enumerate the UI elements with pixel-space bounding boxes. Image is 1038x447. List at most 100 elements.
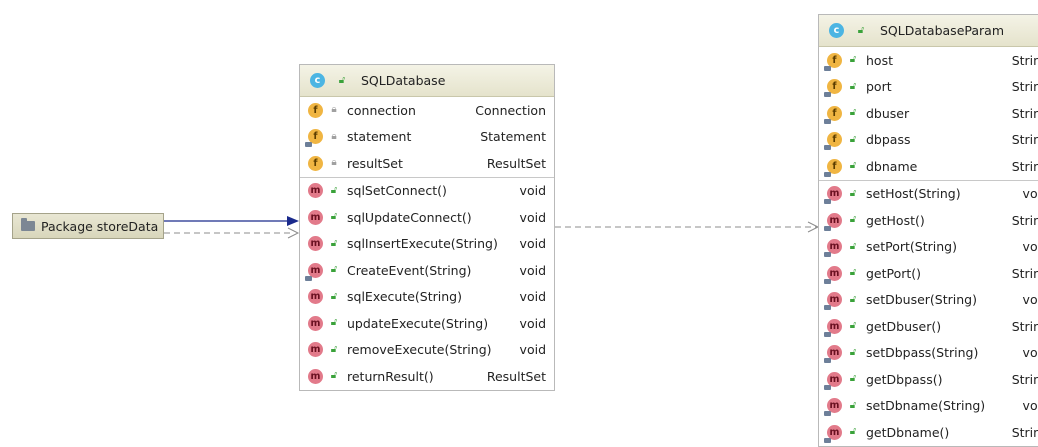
modifier-icon — [824, 92, 831, 98]
field-row[interactable]: f 🔒︎ connection Connection — [300, 97, 554, 124]
member-name: returnResult() — [347, 368, 434, 384]
method-icon: m — [824, 318, 842, 337]
modifier-icon — [305, 275, 312, 281]
methods-section: m 🔓︎ sqlSetConnect() void m 🔓︎ sqlUpdateConnec… — [300, 176, 554, 390]
member-name: CreateEvent(String) — [347, 262, 472, 278]
class-icon: c — [310, 73, 325, 88]
member-name: updateExecute(String) — [347, 315, 489, 331]
field-row[interactable]: f 🔓︎ dbpass String — [819, 127, 1038, 154]
member-name: getDbname() — [866, 424, 950, 440]
method-row[interactable]: m 🔓︎ getDbuser() String — [819, 313, 1038, 340]
method-icon: m — [824, 398, 842, 417]
member-name: setDbname(String) — [866, 398, 986, 414]
member-name: setDbpass(String) — [866, 345, 979, 361]
method-icon: m — [305, 262, 323, 281]
class-name: SQLDatabaseParam — [880, 23, 1004, 38]
member-name: sqlInsertExecute(String) — [347, 236, 498, 252]
field-icon: f — [824, 105, 842, 124]
method-icon: m — [308, 315, 323, 331]
method-row[interactable]: m 🔓︎ getPort() String — [819, 260, 1038, 287]
method-row[interactable]: m 🔓︎ getDbpass() String — [819, 366, 1038, 393]
public-visibility-icon: 🔓︎ — [849, 373, 857, 385]
package-node[interactable]: Package storeData — [12, 213, 164, 239]
modifier-icon — [824, 225, 831, 231]
member-name: dbpass — [866, 132, 911, 148]
field-row[interactable]: f 🔓︎ host String — [819, 47, 1038, 74]
field-row[interactable]: f 🔓︎ dbuser String — [819, 100, 1038, 127]
modifier-icon — [824, 145, 831, 151]
member-type: Statement — [480, 129, 546, 145]
member-type: void — [519, 289, 546, 305]
field-row[interactable]: f 🔒︎ resultSet ResultSet — [300, 150, 554, 177]
method-row[interactable]: m 🔓︎ sqlInsertExecute(String) void — [300, 231, 554, 258]
method-row[interactable]: m 🔓︎ sqlExecute(String) void — [300, 284, 554, 311]
method-row[interactable]: m 🔓︎ removeExecute(String) void — [300, 337, 554, 364]
modifier-icon — [824, 252, 831, 258]
member-type: String — [1011, 318, 1038, 334]
member-name: setDbuser(String) — [866, 292, 977, 308]
member-type: String — [1011, 265, 1038, 281]
method-row[interactable]: m 🔓︎ CreateEvent(String) void — [300, 257, 554, 284]
method-row[interactable]: m 🔓︎ setHost(String) void — [819, 181, 1038, 208]
method-row[interactable]: m 🔓︎ setPort(String) void — [819, 234, 1038, 261]
method-icon: m — [308, 183, 323, 199]
member-name: getPort() — [866, 265, 922, 281]
class-node-sqldatabase[interactable]: c 🔓︎ SQLDatabase f 🔒︎ connection Connection… — [299, 64, 555, 391]
member-name: getDbpass() — [866, 371, 943, 387]
method-icon: m — [824, 345, 842, 364]
member-type: void — [1022, 292, 1038, 308]
private-visibility-icon: 🔒︎ — [331, 104, 337, 116]
public-visibility-icon: 🔓︎ — [849, 346, 857, 358]
method-row[interactable]: m 🔓︎ sqlUpdateConnect() void — [300, 204, 554, 231]
class-name: SQLDatabase — [361, 73, 446, 88]
modifier-icon — [824, 411, 831, 417]
public-visibility-icon: 🔓︎ — [849, 240, 857, 252]
member-type: Connection — [475, 102, 546, 118]
fields-section: f 🔓︎ host String f 🔓︎ port String f 🔓︎ dbuser Strin… — [819, 47, 1038, 180]
public-visibility-icon: 🔓︎ — [330, 290, 338, 302]
public-visibility-icon: 🔓︎ — [849, 80, 857, 92]
method-row[interactable]: m 🔓︎ setDbuser(String) void — [819, 287, 1038, 314]
public-visibility-icon: 🔓︎ — [849, 187, 857, 199]
member-name: sqlUpdateConnect() — [347, 209, 472, 225]
method-row[interactable]: m 🔓︎ getDbname() String — [819, 419, 1038, 446]
field-icon: f — [308, 102, 323, 118]
field-icon: f — [305, 129, 323, 148]
member-name: host — [866, 52, 893, 68]
method-icon: m — [308, 342, 323, 358]
modifier-icon — [824, 358, 831, 364]
class-node-sqldatabaseparam[interactable]: c 🔓︎ SQLDatabaseParam f 🔓︎ host String f 🔓︎ po… — [818, 14, 1038, 447]
member-type: void — [1022, 239, 1038, 255]
method-row[interactable]: m 🔓︎ setDbname(String) void — [819, 393, 1038, 420]
private-visibility-icon: 🔒︎ — [331, 130, 337, 142]
field-row[interactable]: f 🔒︎ statement Statement — [300, 124, 554, 151]
method-row[interactable]: m 🔓︎ updateExecute(String) void — [300, 310, 554, 337]
public-visibility-icon: 🔓︎ — [338, 74, 346, 86]
method-icon: m — [824, 186, 842, 205]
modifier-icon — [824, 278, 831, 284]
field-icon: f — [824, 132, 842, 151]
member-type: String — [1011, 212, 1038, 228]
method-icon: m — [308, 236, 323, 252]
public-visibility-icon: 🔓︎ — [849, 54, 857, 66]
field-row[interactable]: f 🔓︎ dbname String — [819, 153, 1038, 180]
method-row[interactable]: m 🔓︎ returnResult() ResultSet — [300, 363, 554, 390]
public-visibility-icon: 🔓︎ — [330, 343, 338, 355]
member-type: String — [1011, 105, 1038, 121]
modifier-icon — [824, 305, 831, 311]
member-type: String — [1011, 79, 1038, 95]
method-icon: m — [824, 424, 842, 443]
member-type: void — [519, 183, 546, 199]
methods-section: m 🔓︎ setHost(String) void m 🔓︎ getHost() String… — [819, 179, 1038, 446]
method-row[interactable]: m 🔓︎ setDbpass(String) void — [819, 340, 1038, 367]
package-label: Package storeData — [41, 218, 159, 234]
field-row[interactable]: f 🔓︎ port String — [819, 74, 1038, 101]
method-icon: m — [824, 265, 842, 284]
method-icon: m — [308, 209, 323, 225]
method-row[interactable]: m 🔓︎ sqlSetConnect() void — [300, 178, 554, 205]
member-type: void — [1022, 398, 1038, 414]
method-row[interactable]: m 🔓︎ getHost() String — [819, 207, 1038, 234]
edge-arrowhead-filled — [287, 216, 299, 226]
public-visibility-icon: 🔓︎ — [849, 214, 857, 226]
public-visibility-icon: 🔓︎ — [849, 320, 857, 332]
